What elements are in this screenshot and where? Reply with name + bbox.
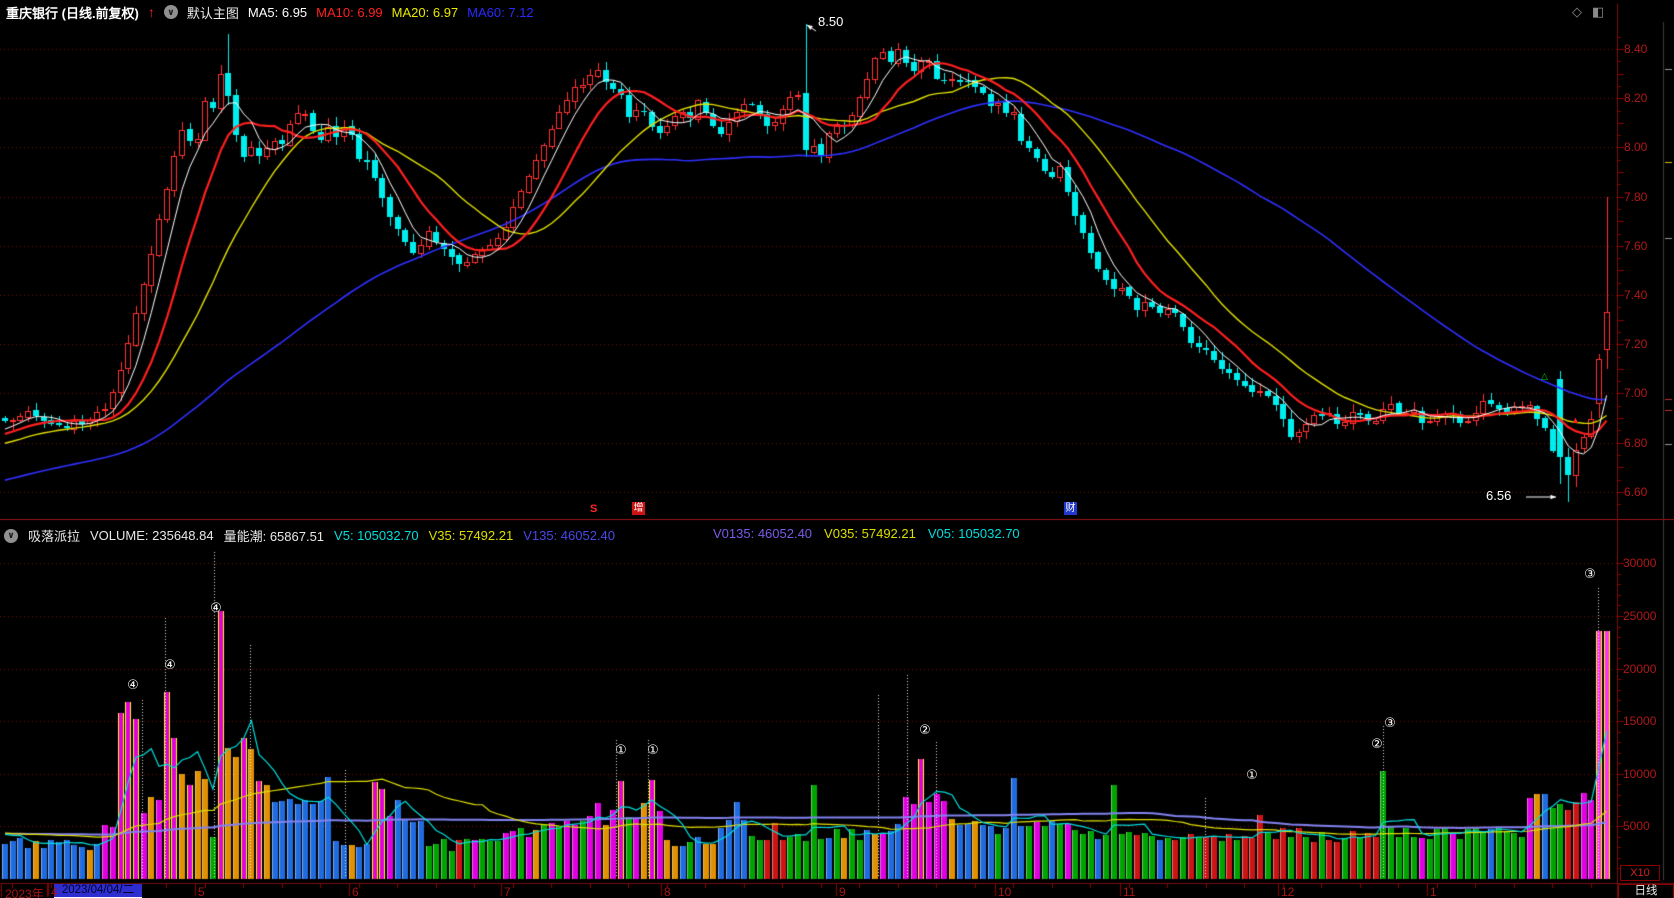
v5-value: V5: 105032.70 — [334, 528, 419, 543]
volume-axis-label: 5000 — [1623, 819, 1650, 834]
price-axis-label: 7.60 — [1624, 238, 1648, 253]
diamond-icon[interactable]: ◇ — [1572, 4, 1582, 20]
ma60-value: MA60: 7.12 — [467, 4, 534, 20]
circled-number-annotation: ④ — [164, 657, 176, 672]
month-axis-label: 7 — [504, 885, 511, 898]
indicator-name[interactable]: 吸落派拉 — [28, 526, 80, 545]
v035-value: V035: 57492.21 — [824, 526, 916, 541]
month-axis-label: 4 — [51, 885, 58, 898]
ma10-value: MA10: 6.99 — [316, 4, 383, 20]
v05-value: V05: 105032.70 — [927, 526, 1020, 541]
circled-number-annotation: ① — [615, 742, 627, 757]
month-axis-label: 6 — [352, 885, 359, 898]
v35-value: V35: 57492.21 — [428, 528, 514, 543]
volume-axis-label: 30000 — [1623, 556, 1657, 571]
circled-number-annotation: ③ — [1584, 566, 1596, 581]
circled-number-annotation: ④ — [127, 677, 139, 692]
energy-tide-value: 量能潮: 65867.51 — [223, 529, 325, 544]
circled-number-annotation: ② — [919, 722, 931, 737]
circled-number-annotation: ④ — [210, 600, 222, 615]
price-axis-label: 7.00 — [1624, 386, 1648, 401]
volume-axis-label: 15000 — [1623, 714, 1657, 729]
volume-multiplier-badge: X10 — [1620, 865, 1660, 881]
split-window-icon[interactable]: ◧ — [1592, 4, 1604, 20]
event-marker-cai[interactable]: 财 — [1064, 502, 1077, 515]
circled-number-annotation: ① — [1246, 767, 1258, 782]
ma20-value: MA20: 6.97 — [391, 4, 459, 20]
price-axis-label: 6.60 — [1624, 484, 1648, 499]
trading-app-window: 重庆银行 (日线.前复权) ↑ ∨ 默认主图 MA5: 6.95 MA10: 6… — [0, 0, 1674, 898]
circled-number-annotation: ② — [1371, 736, 1383, 751]
circled-number-annotation: ③ — [1384, 715, 1396, 730]
v0135-value: V0135: 46052.40 — [713, 526, 813, 541]
price-axis-label: 8.40 — [1624, 42, 1648, 56]
month-axis-label: 5 — [198, 885, 205, 898]
volume-axis-label: 20000 — [1623, 661, 1657, 676]
price-callout-high: 8.50 — [818, 14, 844, 29]
ma5-value: MA5: 6.95 — [247, 4, 308, 20]
price-axis-label: 7.20 — [1624, 337, 1648, 352]
price-axis-label: 8.20 — [1624, 91, 1648, 106]
month-axis-label: 11 — [1123, 885, 1136, 898]
sell-signal-marker: S — [590, 503, 598, 515]
event-marker-zeng[interactable]: 增 — [632, 502, 645, 515]
price-axis-label: 7.80 — [1624, 189, 1648, 204]
month-axis-label: 1 — [1430, 885, 1437, 898]
volume-value: VOLUME: 235648.84 — [90, 528, 214, 543]
volume-axis-label: 10000 — [1623, 766, 1657, 781]
trade-signal-icon: ▲ — [1571, 415, 1580, 425]
main-chart-header: 重庆银行 (日线.前复权) ↑ ∨ 默认主图 MA5: 6.95 MA10: 6… — [6, 3, 534, 21]
price-axis-label: 7.40 — [1624, 288, 1648, 302]
month-axis-label: 8 — [664, 885, 671, 898]
v135-value: V135: 46052.40 — [523, 528, 616, 543]
year-label: 2023年 — [5, 887, 44, 898]
volume-pane-header: ∨ 吸落派拉 VOLUME: 235648.84 量能潮: 65867.51 V… — [0, 519, 1674, 547]
up-arrow-icon: ↑ — [147, 4, 155, 20]
chevron-down-icon[interactable]: ∨ — [163, 5, 178, 19]
month-axis-label: 10 — [998, 885, 1012, 898]
price-axis-label: 6.80 — [1624, 435, 1648, 450]
kline-volume-chart-canvas[interactable] — [0, 0, 1674, 898]
price-axis-label: 8.00 — [1624, 140, 1648, 155]
date-box[interactable]: 2023/04/04/二 — [54, 884, 142, 898]
price-callout-low: 6.56 — [1486, 488, 1512, 503]
volume-axis-label: 25000 — [1623, 609, 1657, 623]
trade-signal-icon: △ — [1541, 371, 1548, 381]
stock-title: 重庆银行 (日线.前复权) — [6, 5, 139, 21]
circled-number-annotation: ① — [647, 742, 659, 757]
panel-label[interactable]: 默认主图 — [187, 3, 239, 22]
period-selector[interactable]: 日线 — [1618, 884, 1674, 898]
month-axis-label: 9 — [839, 885, 846, 898]
month-axis-label: 12 — [1281, 885, 1295, 898]
header-window-icons: ◇ ◧ — [1572, 4, 1604, 20]
chevron-down-icon[interactable]: ∨ — [4, 528, 18, 543]
